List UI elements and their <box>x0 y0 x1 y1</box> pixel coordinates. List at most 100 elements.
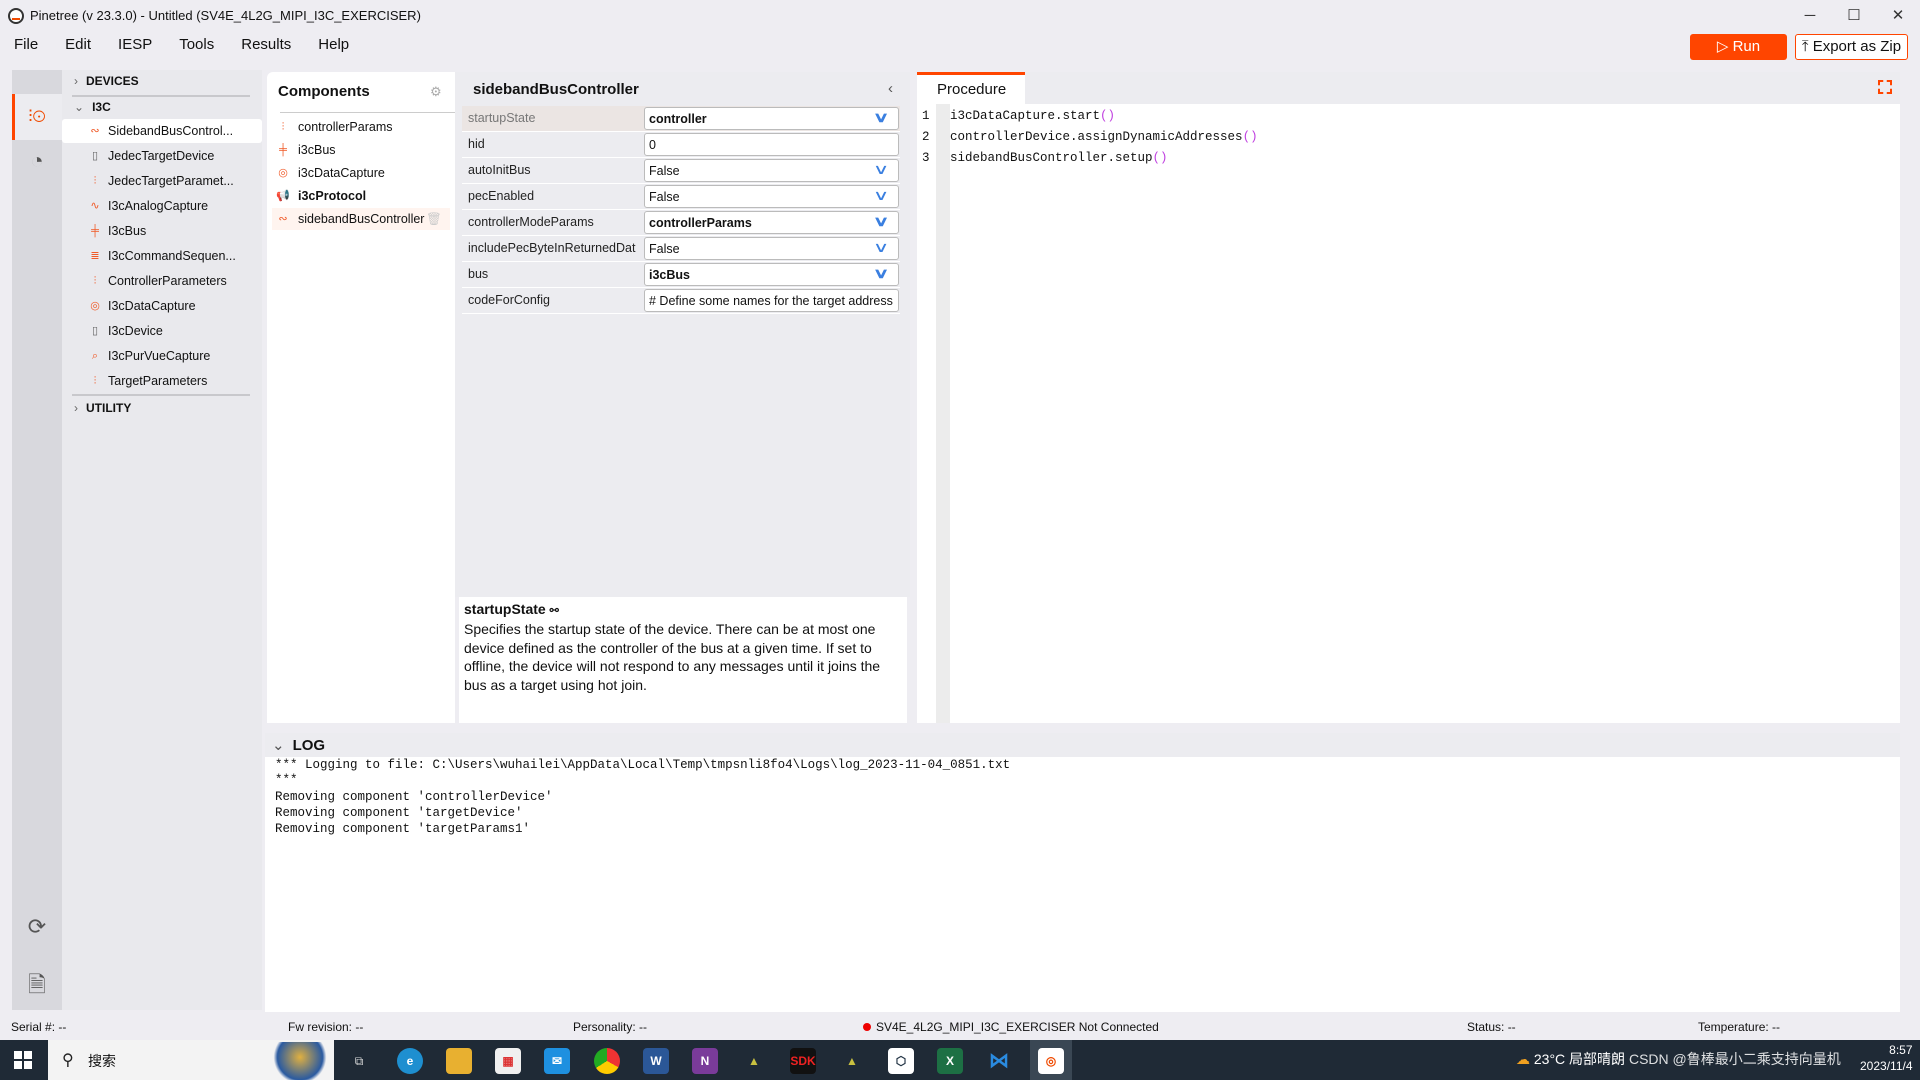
menu-iesp[interactable]: IESP <box>104 32 165 60</box>
divider <box>72 394 250 396</box>
minimize-button[interactable]: ─ <box>1790 4 1830 28</box>
tab-procedure[interactable]: Procedure <box>917 72 1025 104</box>
sequence-icon: ≣ <box>90 250 100 262</box>
onenote-icon[interactable]: N <box>692 1048 718 1074</box>
tree-item[interactable]: ⌕ I3cPurVueCapture <box>62 344 262 368</box>
tree-item[interactable]: ◎ I3cDataCapture <box>62 294 262 318</box>
tree-item[interactable]: ▯ I3cDevice <box>62 319 262 343</box>
capture-icon: ◎ <box>90 300 100 312</box>
property-row: autoInitBus False ∨ <box>462 158 900 184</box>
tree-group-devices[interactable]: › DEVICES <box>74 74 139 88</box>
property-dropdown[interactable]: False ∨ <box>644 159 899 182</box>
menu-file[interactable]: File <box>0 32 51 60</box>
property-input[interactable]: # Define some names for the target addre… <box>644 289 899 312</box>
tree-item[interactable]: ≣ I3cCommandSequen... <box>62 244 262 268</box>
task-view-icon[interactable]: ⧉ <box>346 1048 372 1074</box>
device-icon: ▯ <box>91 325 99 337</box>
log-header[interactable] <box>265 733 1900 757</box>
component-item[interactable]: ⫶ controllerParams <box>272 116 450 138</box>
property-label: hid <box>468 137 485 151</box>
app-icon-1[interactable]: ▲ <box>741 1048 767 1074</box>
chevron-down-icon[interactable]: ∨ <box>873 161 889 178</box>
property-value: # Define some names for the target addre… <box>649 294 893 308</box>
code-line[interactable]: sidebandBusController.setup() <box>950 151 1168 165</box>
windows-start-icon[interactable] <box>14 1051 32 1069</box>
store-icon[interactable]: ▦ <box>495 1048 521 1074</box>
component-item[interactable]: ∾ sidebandBusController 🗑 <box>272 208 450 230</box>
chevron-down-icon[interactable]: ∨ <box>873 213 889 230</box>
tree-item[interactable]: ⫶ TargetParameters <box>62 369 262 393</box>
property-input[interactable]: 0 <box>644 133 899 156</box>
property-value: i3cBus <box>649 268 690 282</box>
code-line[interactable]: controllerDevice.assignDynamicAddresses(… <box>950 130 1258 144</box>
tree-group-i3c[interactable]: ⌄ I3C <box>74 100 111 114</box>
tree-item[interactable]: ▯ JedecTargetDevice <box>62 144 262 168</box>
weather-icon: ☁ <box>1516 1051 1530 1067</box>
line-number: 1 <box>922 109 930 123</box>
tree-item[interactable]: ⫶ JedecTargetParamet... <box>62 169 262 193</box>
code-line[interactable]: i3cDataCapture.start() <box>950 109 1115 123</box>
property-dropdown[interactable]: controller ∨ <box>644 107 899 130</box>
description-title: startupState ⚯ <box>464 601 559 617</box>
component-item[interactable]: ◎ i3cDataCapture <box>272 162 450 184</box>
pie-chart-icon[interactable]: ◔ <box>24 148 50 174</box>
sliders-icon: ⫶ <box>93 375 97 387</box>
component-item[interactable]: 📢 i3cProtocol <box>272 185 450 207</box>
edge-icon[interactable]: e <box>397 1048 423 1074</box>
fullscreen-icon[interactable] <box>1878 80 1892 94</box>
sdk-icon[interactable]: SDK <box>790 1048 816 1074</box>
chrome-icon[interactable] <box>594 1048 620 1074</box>
tree-item-label: JedecTargetDevice <box>108 149 215 163</box>
line-number: 3 <box>922 151 930 165</box>
tree-item[interactable]: ∿ I3cAnalogCapture <box>62 194 262 218</box>
chevron-down-icon[interactable]: ∨ <box>873 265 889 282</box>
time: 8:57 <box>1889 1043 1913 1057</box>
run-button[interactable]: ▷ Run <box>1690 34 1787 60</box>
vscode-icon[interactable]: ⋈ <box>986 1048 1012 1074</box>
maximize-button[interactable]: ☐ <box>1834 4 1874 28</box>
property-dropdown[interactable]: controllerParams ∨ <box>644 211 899 234</box>
menu-help[interactable]: Help <box>304 32 362 60</box>
connection-status: SV4E_4L2G_MIPI_I3C_EXERCISER Not Connect… <box>876 1020 1159 1034</box>
close-button[interactable]: ✕ <box>1878 4 1918 28</box>
menu-results[interactable]: Results <box>227 32 304 60</box>
export-zip-button[interactable]: ⤒ Export as Zip <box>1795 34 1908 60</box>
tree-group-utility[interactable]: › UTILITY <box>74 401 131 415</box>
app-icon-2[interactable]: ▲ <box>839 1048 865 1074</box>
component-label: i3cBus <box>298 143 336 157</box>
sync-icon[interactable]: ⟳ <box>24 914 50 940</box>
chevron-left-icon[interactable]: ‹ <box>888 80 893 97</box>
log-title[interactable]: ⌄ LOG <box>272 736 325 754</box>
property-value: False <box>649 164 680 178</box>
chevron-down-icon[interactable]: ∨ <box>873 109 889 126</box>
link-icon[interactable]: ⚯ <box>550 605 559 617</box>
menu-edit[interactable]: Edit <box>51 32 104 60</box>
sliders-icon[interactable]: ⫶⊙ <box>24 104 50 130</box>
chevron-down-icon[interactable]: ∨ <box>873 187 889 204</box>
property-value: controller <box>649 112 707 126</box>
word-icon[interactable]: W <box>643 1048 669 1074</box>
document-icon[interactable]: 🗎 <box>24 972 50 998</box>
gear-icon[interactable]: ⚙ <box>430 84 442 100</box>
tree-item[interactable]: ╪ I3cBus <box>62 219 262 243</box>
component-label: i3cProtocol <box>298 189 367 203</box>
log-panel <box>265 733 1900 1012</box>
procedure-editor[interactable] <box>917 72 1900 723</box>
menu-tools[interactable]: Tools <box>165 32 227 60</box>
property-dropdown[interactable]: False ∨ <box>644 237 899 260</box>
trash-icon[interactable]: 🗑 <box>426 208 442 230</box>
file-explorer-icon[interactable] <box>446 1048 472 1074</box>
weather-text[interactable]: 23°C 局部晴朗 <box>1534 1051 1625 1067</box>
chevron-down-icon[interactable]: ∨ <box>873 239 889 256</box>
property-dropdown[interactable]: i3cBus ∨ <box>644 263 899 286</box>
tree-item[interactable]: ⫶ ControllerParameters <box>62 269 262 293</box>
component-item[interactable]: ╪ i3cBus <box>272 139 450 161</box>
property-dropdown[interactable]: False ∨ <box>644 185 899 208</box>
excel-icon[interactable]: X <box>937 1048 963 1074</box>
tree-item[interactable]: ∾ SidebandBusControl... <box>62 119 262 143</box>
app-icon-3[interactable]: ⬡ <box>888 1048 914 1074</box>
clock[interactable]: 8:57 2023/11/4 <box>1860 1042 1913 1074</box>
property-value: controllerParams <box>649 216 752 230</box>
component-label: i3cDataCapture <box>298 166 385 180</box>
mail-icon[interactable]: ✉ <box>544 1048 570 1074</box>
